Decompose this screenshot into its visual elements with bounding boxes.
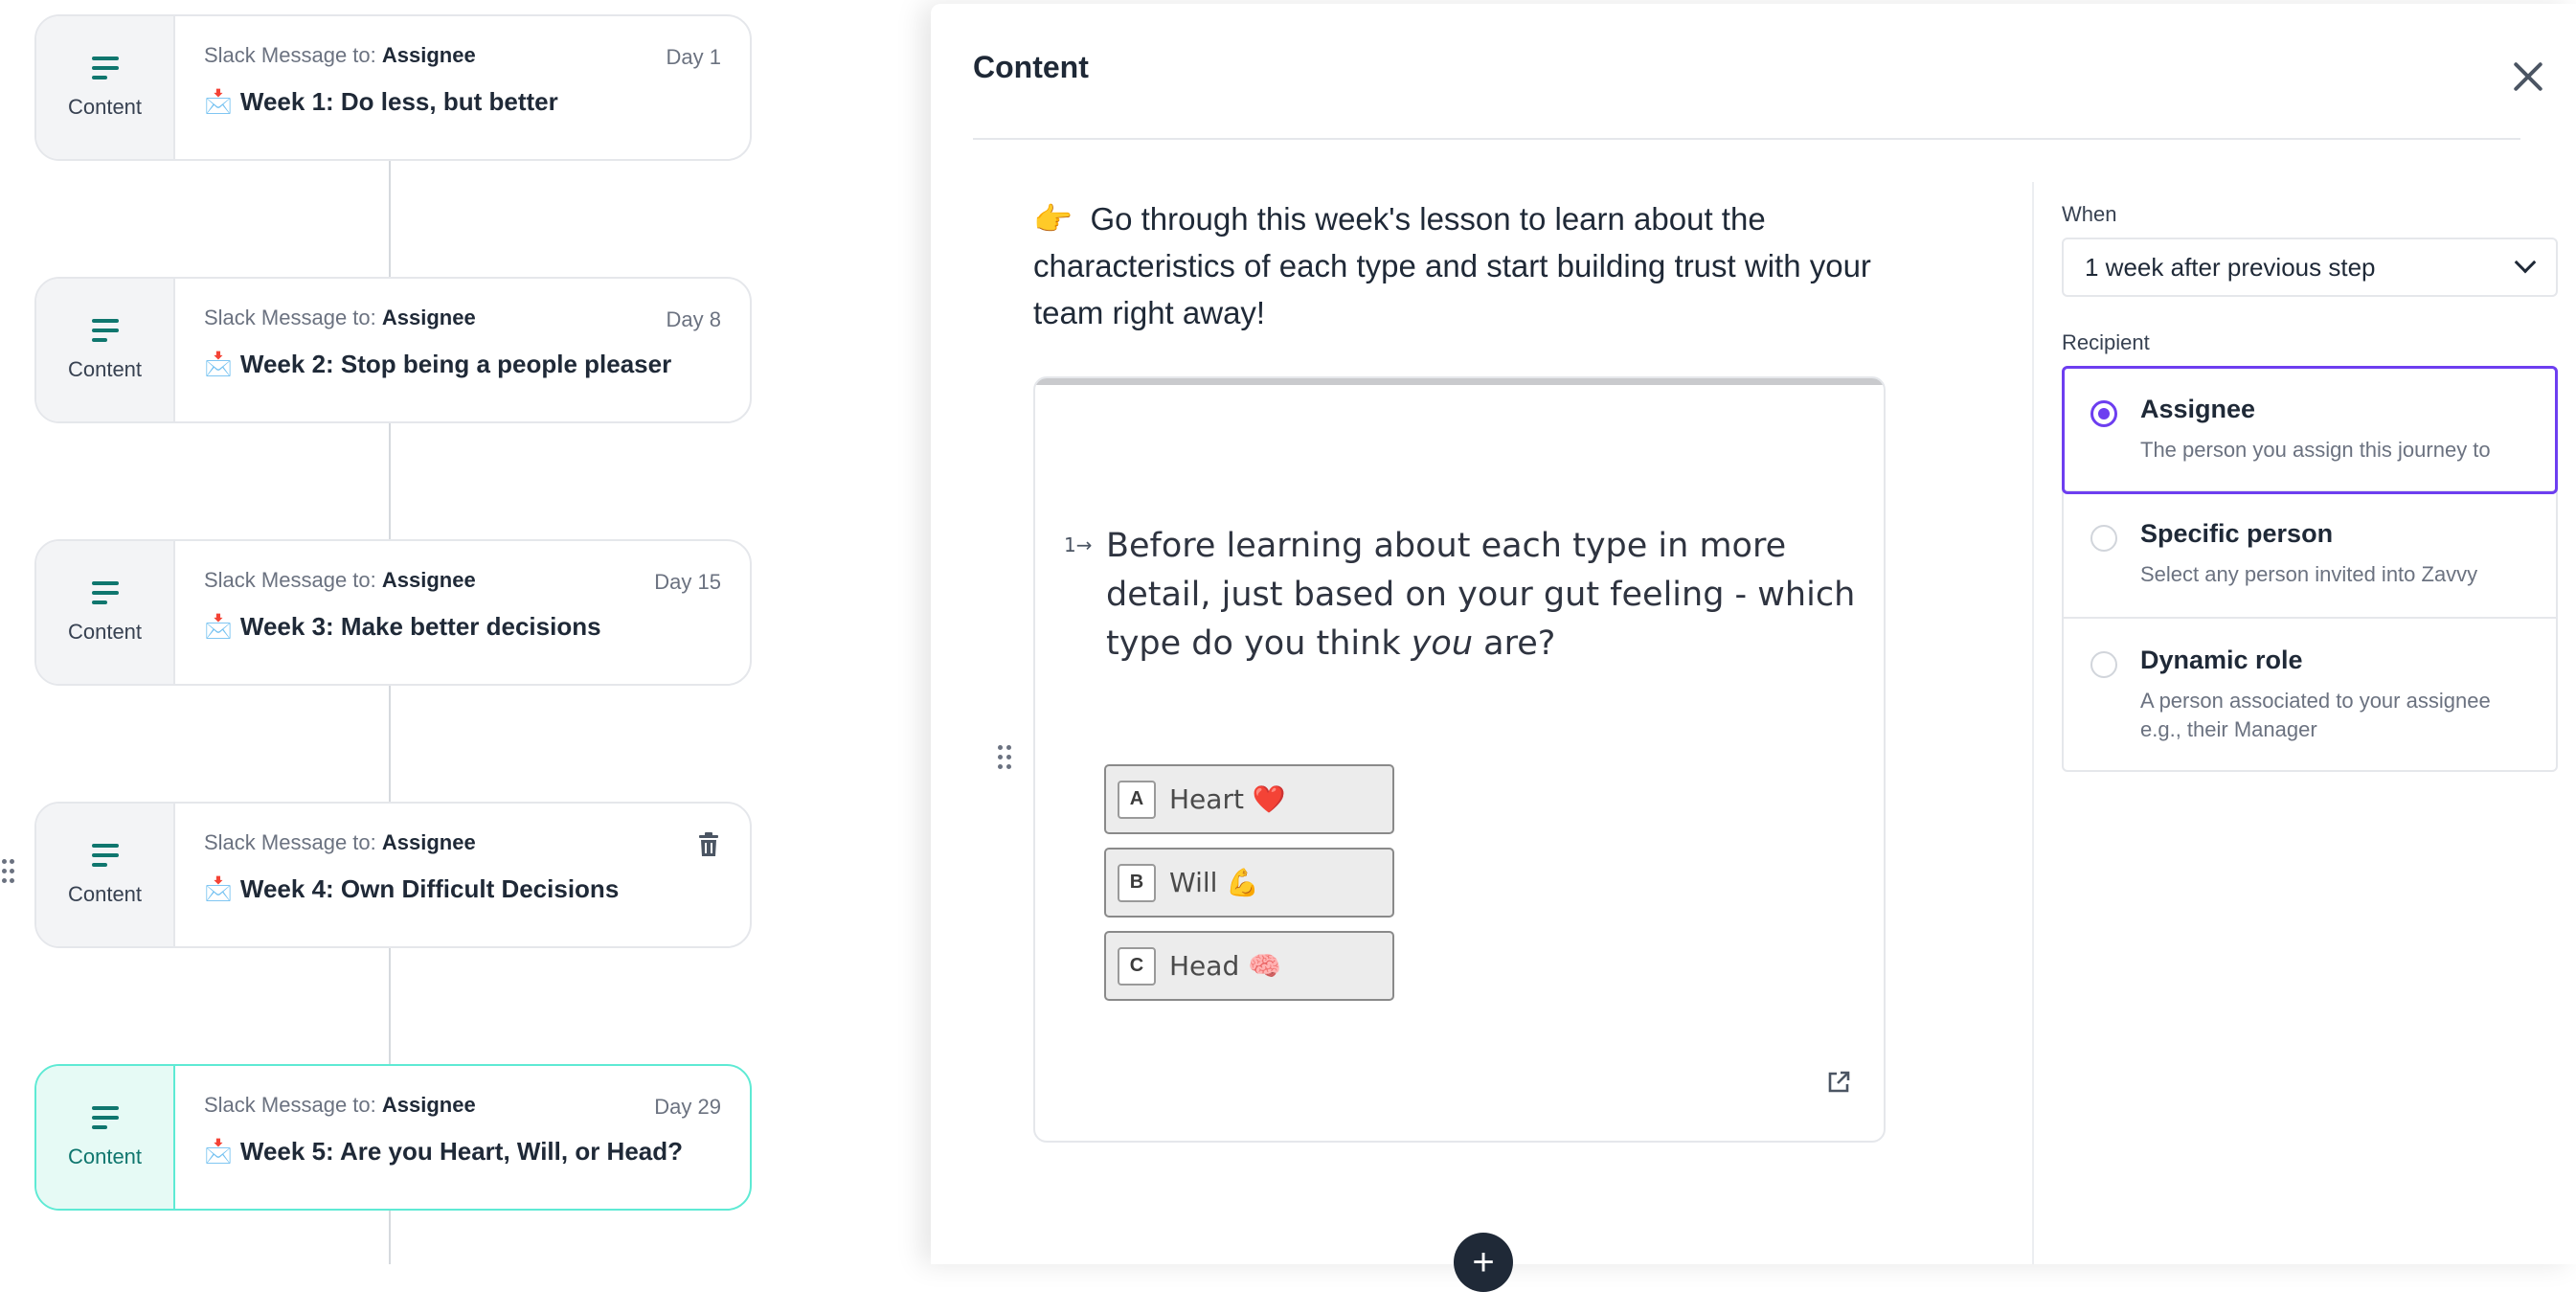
step-type: Content [36,804,175,946]
step-card[interactable]: Content Slack Message to: Assignee Day 1… [34,14,752,161]
recipient-option-dynamic-role[interactable]: Dynamic role A person associated to your… [2064,619,2556,770]
option-title: Assignee [2140,395,2256,423]
step-type: Content [36,279,175,421]
step-type: Content [36,16,175,159]
step-type: Content [36,541,175,684]
option-title: Dynamic role [2140,646,2303,674]
step-channel: Slack Message to: Assignee [204,306,476,329]
external-link-icon[interactable] [1826,1070,1851,1095]
choice-key: B [1118,863,1156,902]
question-text: Before learning about each type in more … [1106,527,1856,663]
step-title: 📩 Week 1: Do less, but better [204,87,558,116]
trash-icon[interactable] [698,832,719,857]
content-icon [91,318,119,344]
step-card[interactable]: Content Slack Message to: Assignee Day 8… [34,277,752,423]
radio-button[interactable] [2090,400,2117,427]
journey-timeline: Content Slack Message to: Assignee Day 1… [0,0,931,1264]
step-title: 📩 Week 3: Make better decisions [204,612,601,641]
step-title: 📩 Week 2: Stop being a people pleaser [204,350,672,378]
envelope-icon: 📩 [204,1139,233,1165]
content-panel: Content 👉 Go through this week's lesson … [931,4,2576,1292]
step-type: Content [36,1066,175,1209]
radio-button[interactable] [2090,525,2117,552]
timeline-connector [389,686,391,802]
choice-option[interactable]: C Head 🧠 [1104,931,1394,1001]
timeline-connector [389,1211,391,1264]
option-description: A person associated to your assignee e.g… [2140,689,2491,741]
recipient-label: Recipient [2062,330,2150,354]
form-progress-bar [1035,378,1884,385]
step-card[interactable]: Content Slack Message to: Assignee 📩 Week… [34,802,752,948]
step-channel: Slack Message to: Assignee [204,830,476,854]
divider [973,138,2520,140]
step-type-label: Content [67,1144,143,1168]
pointing-hand-icon: 👉 [1033,201,1073,237]
option-description: The person you assign this journey to [2140,438,2491,462]
choice-key: C [1118,946,1156,986]
step-type-label: Content [67,356,143,381]
step-day: Day 29 [654,1095,721,1119]
step-channel: Slack Message to: Assignee [204,43,476,67]
drag-handle-icon[interactable] [2,859,15,884]
plus-icon: + [1472,1240,1495,1283]
when-value: 1 week after previous step [2085,252,2376,282]
step-type-label: Content [67,94,143,119]
when-select[interactable]: 1 week after previous step [2062,238,2558,297]
step-channel: Slack Message to: Assignee [204,568,476,592]
content-icon [91,56,119,81]
choice-label: Will 💪 [1169,867,1260,898]
envelope-icon: 📩 [204,89,233,115]
step-day: Day 1 [666,45,721,69]
content-icon [91,1105,119,1131]
message-text[interactable]: 👉 Go through this week's lesson to learn… [1033,195,1895,336]
envelope-icon: 📩 [204,614,233,640]
step-title: 📩 Week 5: Are you Heart, Will, or Head? [204,1137,683,1166]
envelope-icon: 📩 [204,876,233,902]
step-type-label: Content [67,619,143,644]
timeline-connector [389,161,391,277]
step-type-label: Content [67,881,143,906]
choice-label: Head 🧠 [1169,950,1281,982]
recipient-radio-group: Assignee The person you assign this jour… [2062,366,2558,772]
choice-option[interactable]: B Will 💪 [1104,848,1394,918]
recipient-option-specific-person[interactable]: Specific person Select any person invite… [2064,492,2556,619]
content-icon [91,580,119,606]
step-title: 📩 Week 4: Own Difficult Decisions [204,874,620,903]
embedded-form[interactable]: 1→ Before learning about each type in mo… [1033,376,1886,1143]
option-title: Specific person [2140,519,2334,548]
recipient-option-assignee[interactable]: Assignee The person you assign this jour… [2062,366,2558,494]
step-card[interactable]: Content Slack Message to: Assignee Day 1… [34,539,752,686]
choice-key: A [1118,780,1156,819]
drag-handle-icon[interactable] [998,745,1013,770]
timeline-connector [389,423,391,539]
timeline-connector [389,948,391,1064]
step-channel: Slack Message to: Assignee [204,1093,476,1117]
step-day: Day 8 [666,307,721,331]
envelope-icon: 📩 [204,351,233,377]
radio-button[interactable] [2090,651,2117,678]
close-icon[interactable] [2511,59,2545,94]
divider [2032,182,2034,1264]
step-card-selected[interactable]: Content Slack Message to: Assignee Day 2… [34,1064,752,1211]
step-day: Day 15 [654,570,721,594]
chevron-down-icon [2514,251,2537,274]
option-description: Select any person invited into Zavvy [2140,562,2478,586]
question-number: 1→ [1064,533,1093,556]
content-icon [91,843,119,869]
choice-label: Heart ❤️ [1169,783,1286,815]
when-label: When [2062,202,2117,226]
choice-option[interactable]: A Heart ❤️ [1104,764,1394,834]
add-step-button[interactable]: + [1454,1233,1513,1292]
panel-title: Content [973,50,1089,84]
